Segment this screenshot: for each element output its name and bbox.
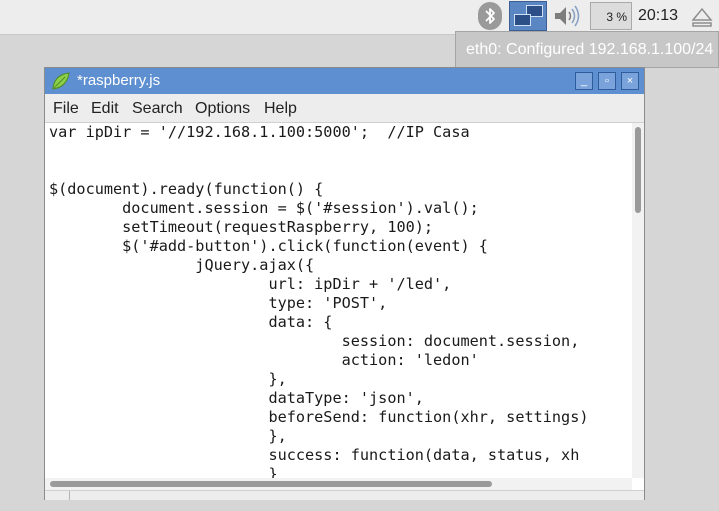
code-line: success: function(data, status, xh <box>49 446 580 464</box>
code-line: session: document.session, <box>49 332 580 350</box>
vertical-scroll-thumb[interactable] <box>635 127 641 213</box>
horizontal-scrollbar[interactable] <box>45 478 632 490</box>
volume-icon[interactable] <box>552 4 584 28</box>
bluetooth-icon[interactable] <box>478 2 502 30</box>
code-line: var ipDir = '//192.168.1.100:5000'; //IP… <box>49 123 470 141</box>
code-line: }, <box>49 370 287 388</box>
cpu-usage-monitor[interactable]: 3 % <box>590 2 632 30</box>
menu-help[interactable]: Help <box>264 94 297 122</box>
eject-icon[interactable] <box>690 5 714 29</box>
code-content: var ipDir = '//192.168.1.100:5000'; //IP… <box>45 123 632 478</box>
code-line: beforeSend: function(xhr, settings) <box>49 408 589 426</box>
clock[interactable]: 20:13 <box>638 0 678 34</box>
code-line: }, <box>49 427 287 445</box>
network-icon[interactable] <box>509 1 547 31</box>
code-line: dataType: 'json', <box>49 389 424 407</box>
minimize-button[interactable]: _ <box>575 72 593 90</box>
vertical-scrollbar[interactable] <box>632 123 644 478</box>
menu-edit[interactable]: Edit <box>91 94 119 122</box>
code-line: } <box>49 465 278 478</box>
menu-search[interactable]: Search <box>132 94 183 122</box>
editor-window: *raspberry.js _ ▫ × File Edit Search Opt… <box>44 67 645 500</box>
text-editor-area[interactable]: var ipDir = '//192.168.1.100:5000'; //IP… <box>45 123 632 478</box>
status-bar <box>45 490 644 500</box>
code-line: data: { <box>49 313 333 331</box>
menu-options[interactable]: Options <box>195 94 250 122</box>
code-line: action: 'ledon' <box>49 351 479 369</box>
status-divider <box>69 491 70 500</box>
menu-file[interactable]: File <box>53 94 79 122</box>
code-line: type: 'POST', <box>49 294 388 312</box>
network-tooltip: eth0: Configured 192.168.1.100/24 <box>455 31 719 68</box>
code-line: jQuery.ajax({ <box>49 256 315 274</box>
code-line: $(document).ready(function() { <box>49 180 324 198</box>
horizontal-scroll-thumb[interactable] <box>50 481 492 487</box>
code-line: url: ipDir + '/led', <box>49 275 452 293</box>
cpu-usage-label: 3 % <box>606 10 627 24</box>
code-line: $('#add-button').click(function(event) { <box>49 237 488 255</box>
window-title: *raspberry.js <box>77 72 161 89</box>
menu-bar: File Edit Search Options Help <box>45 94 644 123</box>
maximize-button[interactable]: ▫ <box>598 72 616 90</box>
code-line: document.session = $('#session').val(); <box>49 199 479 217</box>
window-titlebar[interactable]: *raspberry.js _ ▫ × <box>45 68 644 94</box>
taskbar-panel: 3 % 20:13 <box>0 0 719 35</box>
leafpad-icon <box>51 71 71 91</box>
code-line: setTimeout(requestRaspberry, 100); <box>49 218 434 236</box>
close-button[interactable]: × <box>621 72 639 90</box>
